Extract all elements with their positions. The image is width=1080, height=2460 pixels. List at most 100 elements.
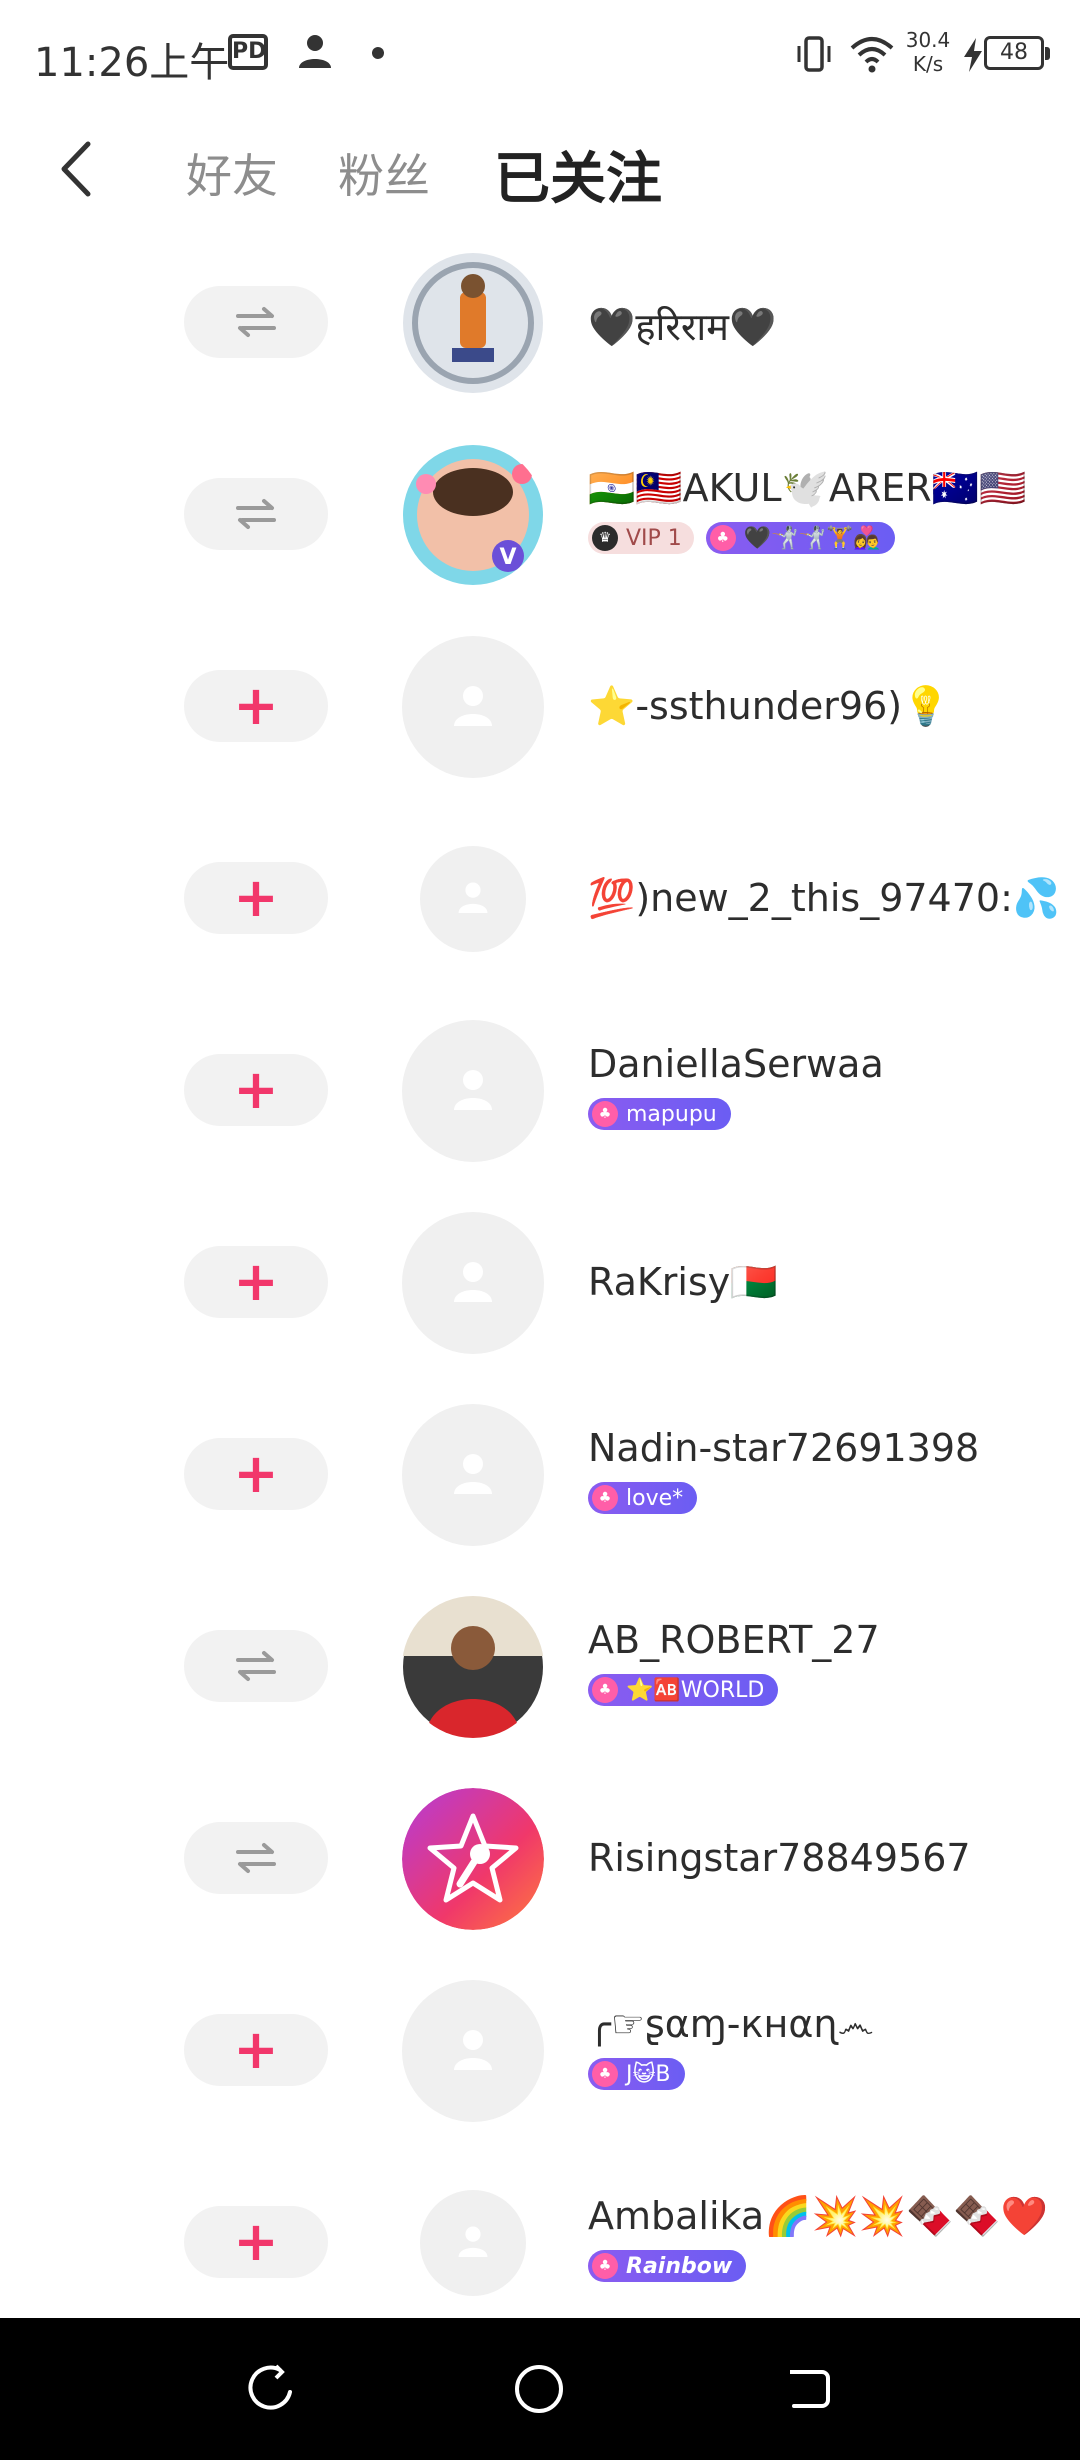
network-speed-unit: K/s	[912, 52, 944, 76]
username: 💯)new_2_this_97470:💦	[588, 876, 1061, 920]
charging-bolt-icon	[962, 38, 984, 72]
header: 好友 粉丝 已关注	[0, 110, 1080, 230]
battery-icon: 48	[984, 36, 1050, 70]
swap-arrows-icon	[234, 497, 278, 531]
follow-button[interactable]: +	[184, 2206, 328, 2278]
nav-recents-button[interactable]	[784, 2364, 834, 2414]
badge-group: ♣ love*	[588, 1482, 698, 1514]
plus-icon: +	[233, 2210, 279, 2273]
username: 🇮🇳🇲🇾AKUL🕊️ARER🇦🇺🇺🇸	[588, 466, 1027, 510]
crown-icon: ♛	[592, 525, 618, 551]
family-badge: ♣ mapupu	[588, 1098, 731, 1130]
badge-label: Rainbow	[626, 2253, 733, 2279]
network-speed: 30.4 K/s	[900, 28, 956, 76]
mutual-follow-button[interactable]	[184, 1630, 328, 1702]
avatar[interactable]: V	[402, 444, 544, 586]
family-icon: ♣	[592, 2061, 618, 2087]
swap-arrows-icon	[234, 305, 278, 339]
swap-arrows-icon	[234, 1841, 278, 1875]
badge-label: ⭐🆎WORLD	[626, 1677, 765, 1703]
family-badge: ♣ 🖤🤺🤺🏋️👩‍❤️‍👨	[705, 522, 895, 554]
nav-back-icon	[248, 2364, 292, 2410]
notification-dot-icon	[372, 47, 384, 59]
follow-button[interactable]: +	[184, 1438, 328, 1510]
chevron-left-icon	[61, 141, 91, 197]
avatar[interactable]	[402, 1788, 544, 1930]
pd-icon: PD	[228, 34, 268, 70]
avatar-placeholder[interactable]	[402, 1020, 544, 1162]
nav-home-icon	[515, 2365, 563, 2413]
tab-following[interactable]: 已关注	[494, 134, 662, 215]
badge-label: VIP 1	[626, 525, 682, 551]
star-microphone-icon	[402, 1788, 544, 1930]
follow-button[interactable]: +	[184, 862, 328, 934]
tab-fans[interactable]: 粉丝	[338, 140, 430, 206]
nav-home-button[interactable]	[514, 2364, 564, 2414]
list-item[interactable]: 🖤हरिराम🖤	[0, 230, 1080, 422]
avatar[interactable]	[402, 252, 544, 394]
nav-back-button[interactable]	[246, 2364, 296, 2414]
list-item[interactable]: + ╭☞ʂαɱ-кнαɳ෴ ♣ J😺B	[0, 1958, 1080, 2150]
badge-group: ♣ ⭐🆎WORLD	[588, 1674, 779, 1706]
avatar-placeholder[interactable]	[402, 1212, 544, 1354]
svg-text:V: V	[499, 545, 516, 570]
network-speed-value: 30.4	[905, 28, 951, 52]
follow-button[interactable]: +	[184, 670, 328, 742]
avatar[interactable]	[402, 1596, 544, 1738]
list-item[interactable]: + ⭐-ssthunder96)💡	[0, 614, 1080, 806]
mutual-follow-button[interactable]	[184, 286, 328, 358]
system-navigation-bar	[0, 2318, 1080, 2460]
family-icon: ♣	[592, 1101, 618, 1127]
avatar-placeholder[interactable]	[420, 2190, 526, 2296]
user-photo-icon	[403, 253, 543, 393]
vip-badge: ♛ VIP 1	[588, 522, 694, 554]
badge-group: ♣ Rainbow	[588, 2250, 747, 2282]
badge-group: ♣ mapupu	[588, 1098, 731, 1130]
mutual-follow-button[interactable]	[184, 1822, 328, 1894]
badge-label: mapupu	[626, 1101, 717, 1127]
badge-group: ♣ J😺B	[588, 2058, 685, 2090]
list-item[interactable]: Risingstar78849567	[0, 1766, 1080, 1958]
username: Ambalika🌈💥💥🍫🍫❤️	[588, 2194, 1049, 2238]
list-item[interactable]: V 🇮🇳🇲🇾AKUL🕊️ARER🇦🇺🇺🇸 ♛ VIP 1 ♣ 🖤🤺🤺🏋️👩‍❤️‍👨	[0, 422, 1080, 614]
plus-icon: +	[233, 866, 279, 929]
follow-button[interactable]: +	[184, 1246, 328, 1318]
badge-label: J😺B	[626, 2061, 671, 2087]
mutual-follow-button[interactable]	[184, 478, 328, 550]
list-item[interactable]: + Nadin-star72691398 ♣ love*	[0, 1382, 1080, 1574]
plus-icon: +	[233, 674, 279, 737]
nav-recents-icon	[790, 2370, 830, 2408]
plus-icon: +	[233, 1058, 279, 1121]
vibrate-icon	[796, 34, 832, 74]
avatar-placeholder[interactable]	[420, 846, 526, 952]
plus-icon: +	[233, 1250, 279, 1313]
family-badge: ♣ love*	[588, 1482, 698, 1514]
avatar-placeholder[interactable]	[402, 1404, 544, 1546]
avatar-placeholder[interactable]	[402, 1980, 544, 2122]
tab-friends[interactable]: 好友	[186, 140, 278, 206]
list-item[interactable]: AB_ROBERT_27 ♣ ⭐🆎WORLD	[0, 1574, 1080, 1766]
username: AB_ROBERT_27	[588, 1618, 880, 1662]
follow-button[interactable]: +	[184, 1054, 328, 1126]
username: Nadin-star72691398	[588, 1426, 980, 1470]
list-item[interactable]: + 💯)new_2_this_97470:💦	[0, 806, 1080, 998]
following-list[interactable]: 🖤हरिराम🖤 V 🇮🇳🇲🇾AKUL🕊️ARER🇦🇺🇺🇸 ♛ VIP 1 ♣ 🖤🤺🤺🏋️👩…	[0, 230, 1080, 2342]
family-badge: ♣ ⭐🆎WORLD	[588, 1674, 779, 1706]
list-item[interactable]: + RaKrisy🇲🇬	[0, 1190, 1080, 1382]
list-item[interactable]: + DaniellaSerwaa ♣ mapupu	[0, 998, 1080, 1190]
family-icon: ♣	[592, 1677, 618, 1703]
swap-arrows-icon	[234, 1649, 278, 1683]
username: ╭☞ʂαɱ-кнαɳ෴	[588, 2002, 874, 2046]
family-icon: ♣	[709, 525, 736, 551]
avatar-placeholder[interactable]	[402, 636, 544, 778]
badge-group: ♛ VIP 1 ♣ 🖤🤺🤺🏋️👩‍❤️‍👨	[588, 522, 895, 554]
list-item[interactable]: + Ambalika🌈💥💥🍫🍫❤️ ♣ Rainbow	[0, 2150, 1080, 2342]
family-icon: ♣	[592, 1485, 618, 1511]
person-icon	[448, 2024, 498, 2078]
follow-button[interactable]: +	[184, 2014, 328, 2086]
username: Risingstar78849567	[588, 1836, 971, 1880]
user-photo-icon: V	[403, 445, 543, 585]
user-icon	[298, 34, 332, 70]
status-bar: 11:26上午 PD 30.4 K/s 48	[0, 0, 1080, 110]
back-button[interactable]	[50, 134, 110, 204]
